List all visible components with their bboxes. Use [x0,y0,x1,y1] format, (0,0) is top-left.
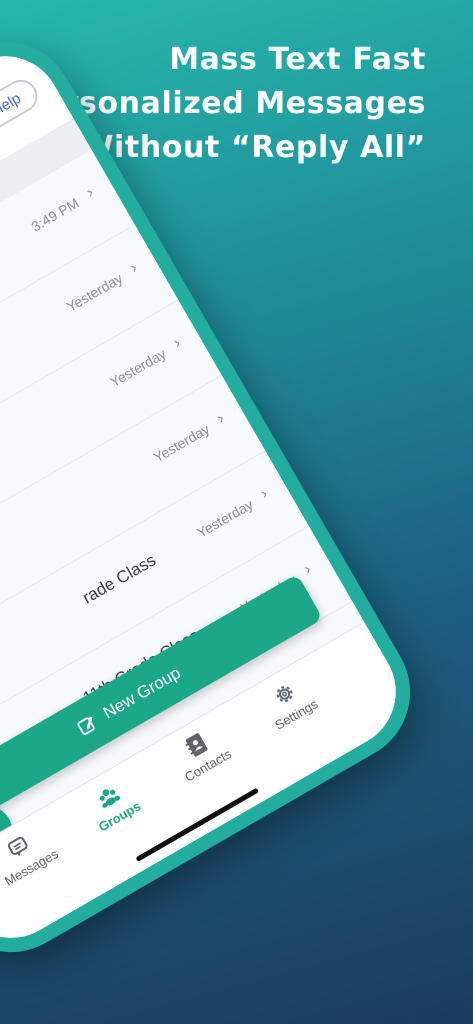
group-time: Yesterday [150,420,213,466]
group-name: rade Class [79,550,160,608]
group-time: 3:49 PM [28,194,82,235]
chevron-right-icon: › [83,183,97,202]
group-time: Yesterday [63,270,126,315]
help-button[interactable]: Help [0,73,44,136]
chevron-right-icon: › [127,259,141,277]
group-time: Yesterday [194,496,256,541]
chevron-right-icon: › [257,485,271,503]
phone-screen: Help 3:49 PM › Yesterday › Yesterday › Y… [0,35,417,959]
headline-line-1: Mass Text Fast [169,42,426,77]
tab-messages[interactable]: Messages [0,814,74,896]
group-time: Yesterday [107,345,169,391]
chevron-right-icon: › [301,560,315,579]
compose-icon [77,716,95,735]
chevron-right-icon: › [170,334,184,353]
chevron-right-icon: › [214,409,228,428]
